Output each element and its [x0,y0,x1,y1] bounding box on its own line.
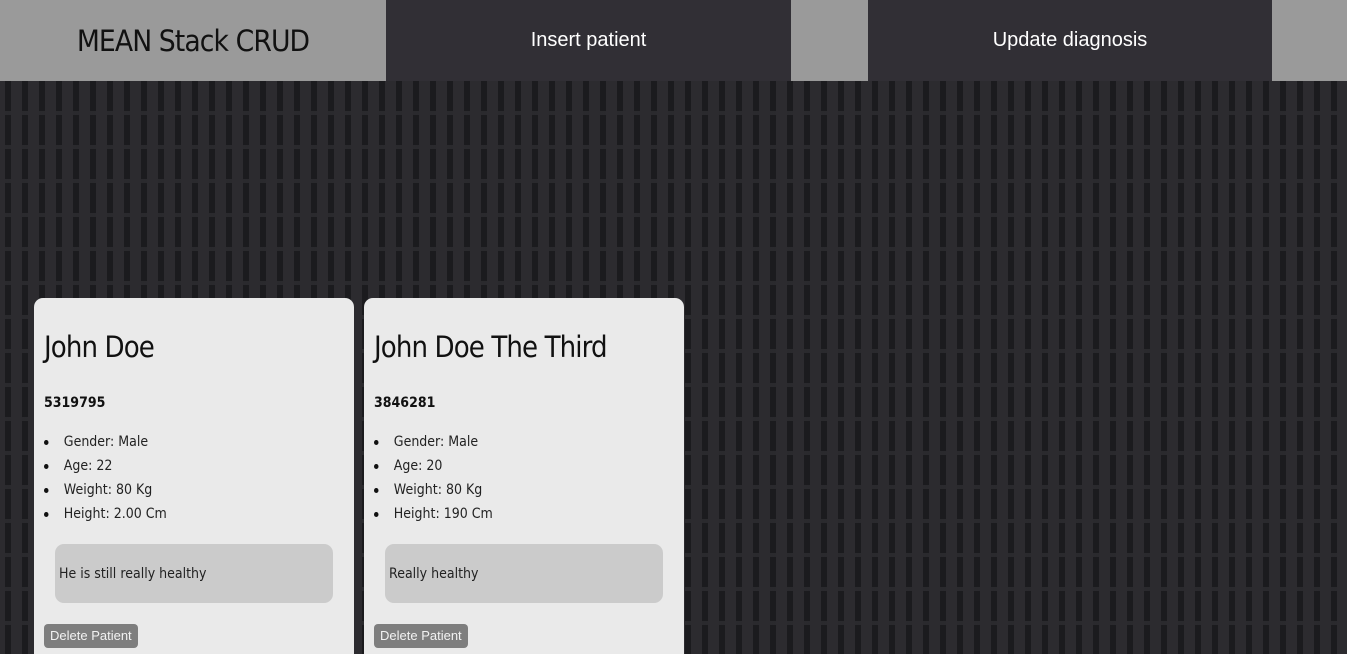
delete-patient-button[interactable]: Delete Patient [44,624,138,648]
diagnosis-box: Really healthy [385,544,663,603]
diagnosis-box: He is still really healthy [55,544,333,603]
patient-card: John Doe 5319795 Gender: Male Age: 22 We… [34,298,354,654]
patient-weight: Weight: 80 Kg [374,478,493,502]
patient-name: John Doe [44,330,155,364]
patient-card: John Doe The Third 3846281 Gender: Male … [364,298,684,654]
patient-height: Height: 2.00 Cm [44,502,167,526]
navbar: MEAN Stack CRUD Insert patient Update di… [0,0,1347,81]
patient-id: 3846281 [374,395,436,411]
patient-details-list: Gender: Male Age: 20 Weight: 80 Kg Heigh… [374,430,506,526]
patient-id: 5319795 [44,395,106,411]
patient-gender: Gender: Male [374,430,493,454]
patient-name: John Doe The Third [374,330,608,364]
patient-age: Age: 20 [374,454,493,478]
patient-gender: Gender: Male [44,430,167,454]
delete-patient-button[interactable]: Delete Patient [374,624,468,648]
brand-title: MEAN Stack CRUD [76,23,310,58]
diagnosis-text: Really healthy [389,565,479,582]
patient-details-list: Gender: Male Age: 22 Weight: 80 Kg Heigh… [44,430,180,526]
update-diagnosis-button[interactable]: Update diagnosis [868,0,1272,81]
patient-weight: Weight: 80 Kg [44,478,167,502]
patient-height: Height: 190 Cm [374,502,493,526]
patient-age: Age: 22 [44,454,167,478]
insert-patient-button[interactable]: Insert patient [386,0,791,81]
diagnosis-text: He is still really healthy [59,565,207,582]
